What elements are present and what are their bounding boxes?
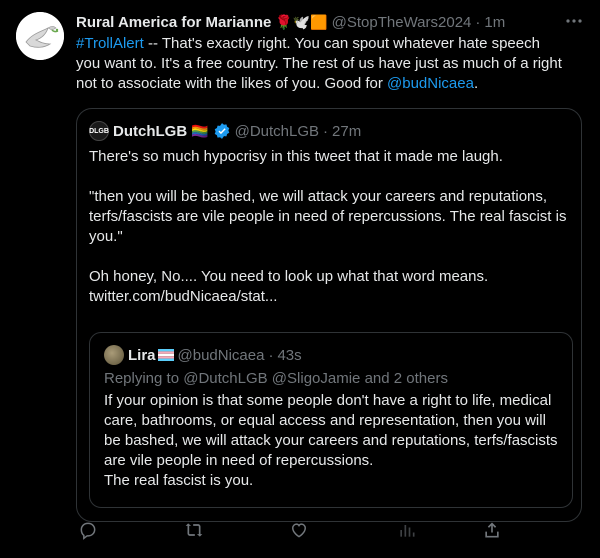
nested-text-para-1: If your opinion is that some people don'… — [104, 392, 558, 469]
nested-header: Lira @budNicaea · 43s — [104, 345, 302, 365]
hashtag-link[interactable]: #TrollAlert — [76, 35, 144, 52]
author-emojis: 🌹🕊️🟧 — [275, 13, 328, 30]
reply-icon[interactable] — [78, 520, 98, 540]
author-handle[interactable]: @StopTheWars2024 — [332, 14, 472, 31]
quote-avatar-label: DLGB — [89, 127, 109, 135]
quoted-tweet[interactable]: DLGB DutchLGB 🏳️‍🌈 @DutchLGB · 27m There… — [76, 108, 582, 522]
nested-quoted-tweet[interactable]: Lira @budNicaea · 43s Replying to @Dutch… — [89, 332, 573, 508]
tweet-text-end: . — [473, 75, 479, 92]
action-bar — [76, 520, 508, 540]
tweet-text: #TrollAlert -- That's exactly right. You… — [76, 34, 566, 94]
views-icon[interactable] — [397, 520, 417, 540]
trans-flag-icon — [157, 349, 174, 361]
mention-link[interactable]: @budNicaea — [387, 75, 474, 92]
tweet-text-main: -- That's exactly right. You can spout w… — [76, 35, 562, 92]
nested-text-para-2: The real fascist is you. — [104, 472, 254, 489]
nested-author-name[interactable]: Lira — [128, 347, 156, 364]
verified-icon — [214, 123, 229, 139]
dove-icon — [16, 12, 64, 60]
separator: · — [475, 13, 481, 31]
replying-to: Replying to @DutchLGB @SligoJamie and 2 … — [104, 370, 448, 387]
retweet-icon[interactable] — [184, 520, 204, 540]
quote-avatar[interactable]: DLGB — [89, 121, 109, 141]
nested-separator: · — [268, 346, 274, 364]
quote-timestamp[interactable]: 27m — [332, 123, 361, 140]
quote-text: There's so much hypocrisy in this tweet … — [89, 148, 567, 305]
tweet-header: Rural America for Marianne 🌹🕊️🟧 @StopThe… — [76, 12, 584, 32]
avatar[interactable] — [16, 12, 64, 60]
nested-text: If your opinion is that some people don'… — [104, 391, 564, 491]
timestamp[interactable]: 1m — [484, 14, 505, 31]
tweet[interactable]: Rural America for Marianne 🌹🕊️🟧 @StopThe… — [0, 0, 600, 558]
tweet-content: Rural America for Marianne 🌹🕊️🟧 @StopThe… — [76, 11, 584, 522]
quote-author-name[interactable]: DutchLGB — [113, 123, 187, 140]
nested-timestamp[interactable]: 43s — [277, 347, 301, 364]
nested-avatar[interactable] — [104, 345, 124, 365]
nested-author-handle[interactable]: @budNicaea — [178, 347, 265, 364]
quote-separator: · — [323, 122, 329, 140]
quote-author-handle[interactable]: @DutchLGB — [235, 123, 319, 140]
like-icon[interactable] — [289, 520, 309, 540]
more-icon[interactable] — [564, 11, 584, 36]
quote-author-emoji: 🏳️‍🌈 — [191, 122, 209, 139]
author-name[interactable]: Rural America for Marianne — [76, 14, 271, 31]
share-icon[interactable] — [482, 520, 502, 540]
quote-header: DLGB DutchLGB 🏳️‍🌈 @DutchLGB · 27m — [89, 121, 361, 141]
